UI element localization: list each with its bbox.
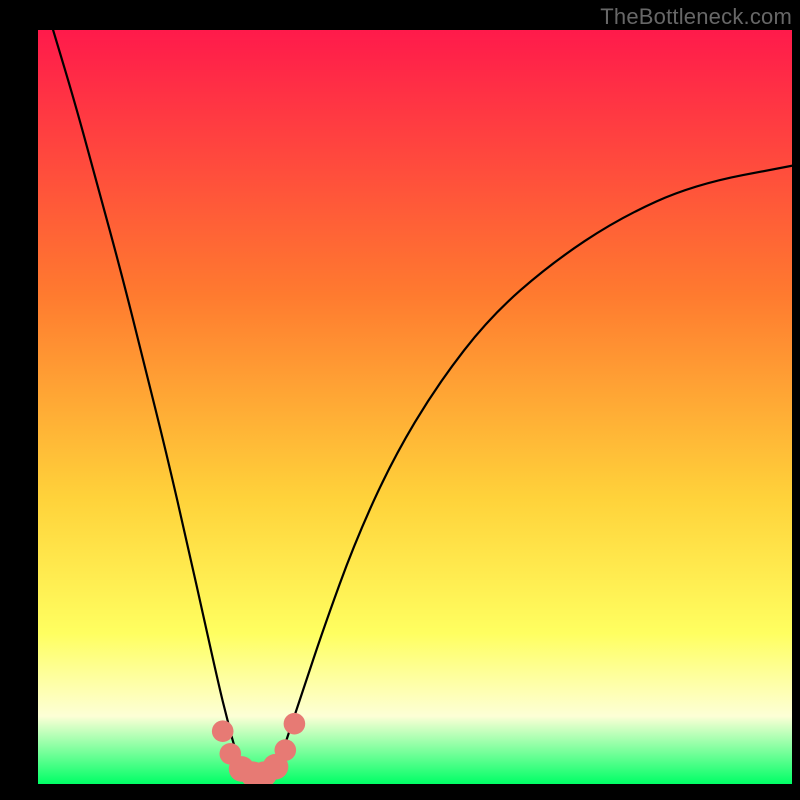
bottleneck-chart bbox=[38, 30, 792, 784]
chart-frame: TheBottleneck.com bbox=[0, 0, 800, 800]
watermark-text: TheBottleneck.com bbox=[600, 4, 792, 30]
curve-marker bbox=[275, 739, 297, 761]
gradient-background bbox=[38, 30, 792, 784]
curve-marker bbox=[212, 720, 234, 742]
curve-marker bbox=[284, 713, 306, 735]
